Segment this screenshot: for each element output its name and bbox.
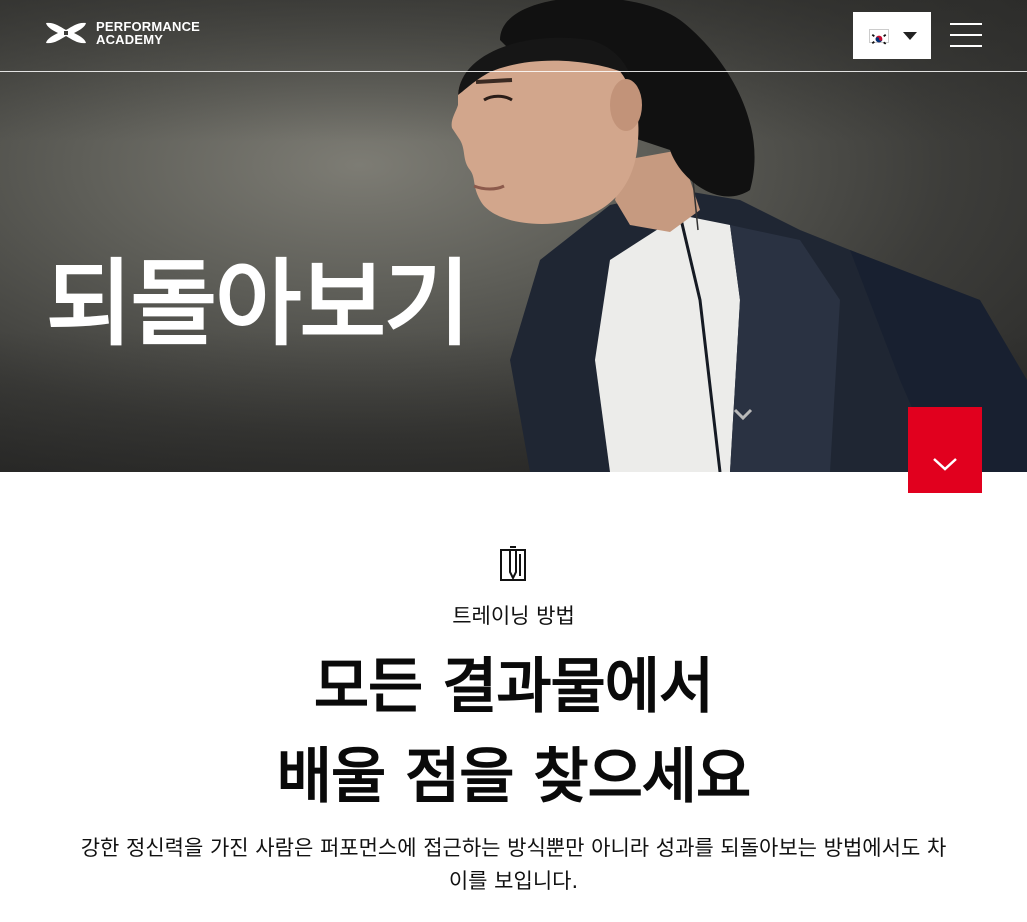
section-headline: 모든 결과물에서 배울 점을 찾으세요	[0, 642, 1027, 822]
korea-flag-icon	[869, 28, 889, 45]
headline-line-1: 모든 결과물에서	[313, 652, 714, 722]
section-body-text: 강한 정신력을 가진 사람은 퍼포먼스에 접근하는 방식뿐만 아니라 성과를 되…	[80, 836, 947, 893]
menu-line	[950, 34, 982, 36]
headline-line-2: 배울 점을 찾으세요	[276, 742, 751, 812]
hamburger-menu-icon[interactable]	[950, 22, 982, 48]
notebook-pen-icon	[500, 546, 526, 581]
top-navigation-bar: PERFORMANCE ACADEMY	[0, 0, 1027, 72]
section-eyebrow: 트레이닝 방법	[452, 604, 575, 628]
brand-logo[interactable]: PERFORMANCE ACADEMY	[44, 18, 200, 48]
menu-line	[950, 45, 982, 47]
intro-section: 트레이닝 방법 모든 결과물에서 배울 점을 찾으세요 강한 정신력을 가진 사…	[0, 472, 1027, 922]
logo-line-2: ACADEMY	[96, 32, 164, 47]
menu-line	[950, 23, 982, 25]
caret-down-icon	[903, 31, 917, 40]
logo-wordmark: PERFORMANCE ACADEMY	[96, 20, 200, 46]
under-armour-logo-icon	[46, 22, 86, 44]
chevron-down-icon	[933, 458, 957, 471]
hero-title: 되돌아보기	[46, 250, 470, 359]
hero-banner: PERFORMANCE ACADEMY 되돌아보기	[0, 0, 1027, 472]
language-selector[interactable]	[853, 12, 931, 59]
